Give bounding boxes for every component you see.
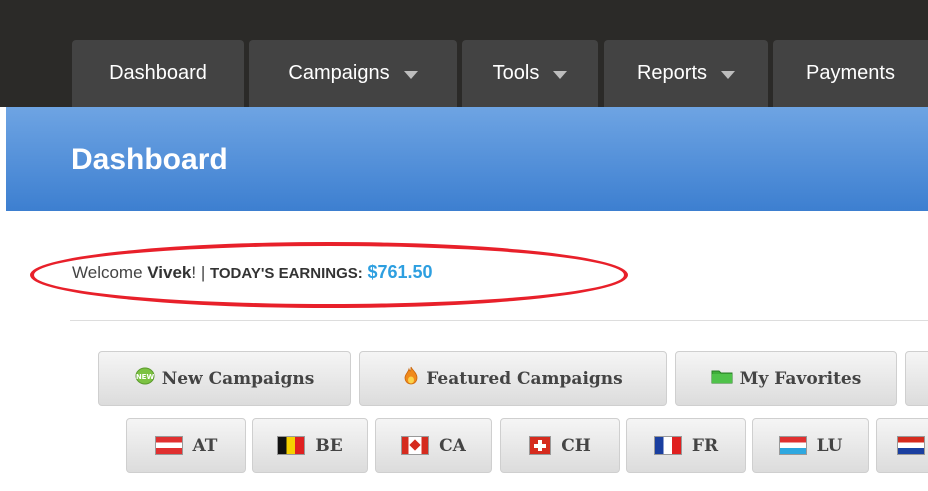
tab-tools-label: Tools [492, 62, 540, 84]
country-code-ch: CH [561, 435, 591, 456]
user-name: Vivek [147, 263, 192, 282]
tab-tools[interactable]: Tools [462, 40, 598, 107]
earnings-label: TODAY'S EARNINGS: [209, 265, 363, 282]
country-button-be[interactable]: BE [252, 418, 368, 473]
chevron-down-icon [553, 70, 568, 79]
featured-campaigns-label: Featured Campaigns [426, 368, 623, 389]
tab-dashboard[interactable]: Dashboard [72, 40, 244, 107]
folder-icon [711, 368, 733, 389]
austria-flag-icon [154, 436, 183, 455]
france-flag-icon [653, 436, 682, 455]
tab-campaigns-label: Campaigns [288, 62, 390, 84]
netherlands-flag-icon [897, 436, 925, 455]
welcome-prefix: Welcome [72, 263, 148, 282]
flame-icon [403, 366, 419, 391]
top-nav-bar: Dashboard Campaigns Tools Reports Paymen… [0, 0, 928, 107]
belgium-flag-icon [277, 436, 306, 455]
new-campaigns-button[interactable]: NEW New Campaigns [98, 351, 351, 406]
page-header: Dashboard [6, 107, 928, 211]
svg-text:NEW: NEW [136, 373, 155, 381]
tab-campaigns[interactable]: Campaigns [249, 40, 457, 107]
tab-reports[interactable]: Reports [604, 40, 768, 107]
new-badge-icon: NEW [135, 367, 155, 390]
country-code-fr: FR [691, 435, 719, 456]
tab-dashboard-label: Dashboard [109, 62, 207, 84]
my-favorites-button[interactable]: My Favorites [675, 351, 897, 406]
featured-campaigns-button[interactable]: Featured Campaigns [359, 351, 667, 406]
my-favorites-label: My Favorites [739, 368, 862, 389]
canada-flag-icon [401, 436, 430, 455]
country-button-fr[interactable]: FR [626, 418, 746, 473]
new-campaigns-label: New Campaigns [161, 368, 315, 389]
divider [70, 320, 928, 321]
country-button-ch[interactable]: CH [500, 418, 620, 473]
page-title: Dashboard [71, 143, 228, 176]
earnings-value: $761.50 [367, 262, 433, 282]
country-button-ca[interactable]: CA [375, 418, 492, 473]
welcome-line: Welcome Vivek! | TODAY'S EARNINGS: $761.… [72, 262, 433, 283]
tab-payments-label: Payments [806, 62, 895, 84]
country-code-ca: CA [439, 435, 466, 456]
luxembourg-flag-icon [778, 436, 807, 455]
chevron-down-icon [721, 70, 736, 79]
chevron-down-icon [403, 70, 418, 79]
welcome-suffix: ! | [191, 263, 210, 282]
tab-reports-label: Reports [636, 62, 708, 84]
switzerland-flag-icon [529, 436, 552, 455]
country-code-be: BE [315, 435, 343, 456]
tab-payments[interactable]: Payments [773, 40, 928, 107]
country-code-lu: LU [816, 435, 843, 456]
country-button-nl[interactable] [876, 418, 928, 473]
country-code-at: AT [192, 435, 218, 456]
country-button-at[interactable]: AT [126, 418, 246, 473]
country-button-lu[interactable]: LU [752, 418, 869, 473]
more-filter-button[interactable] [905, 351, 928, 406]
